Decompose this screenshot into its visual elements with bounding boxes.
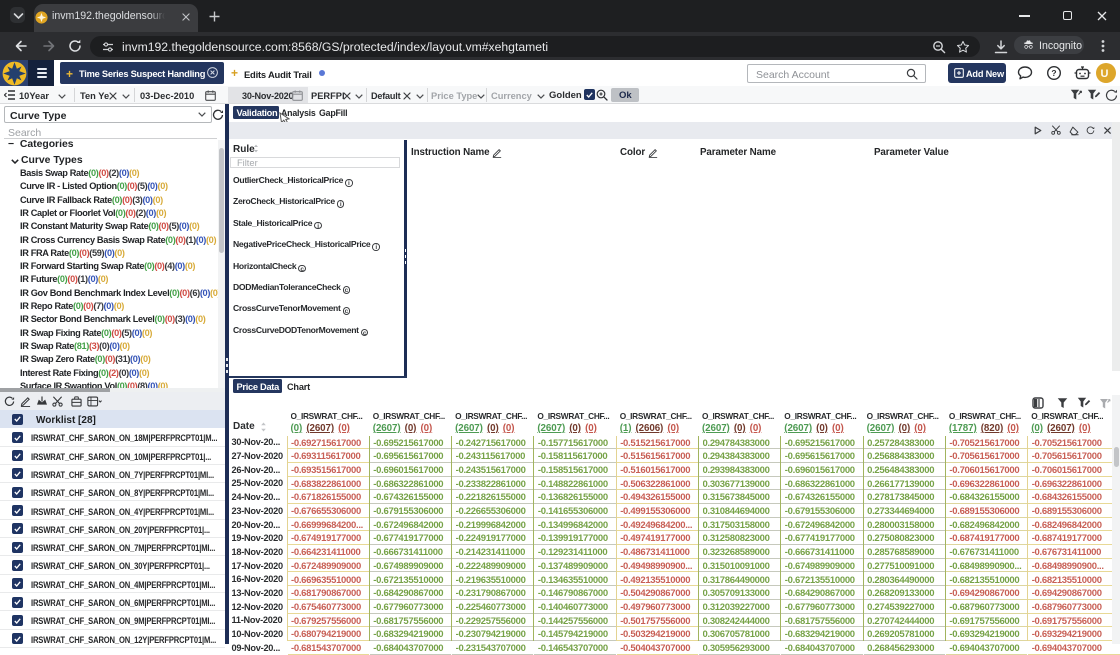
svg-text:?: ? bbox=[1051, 68, 1056, 78]
